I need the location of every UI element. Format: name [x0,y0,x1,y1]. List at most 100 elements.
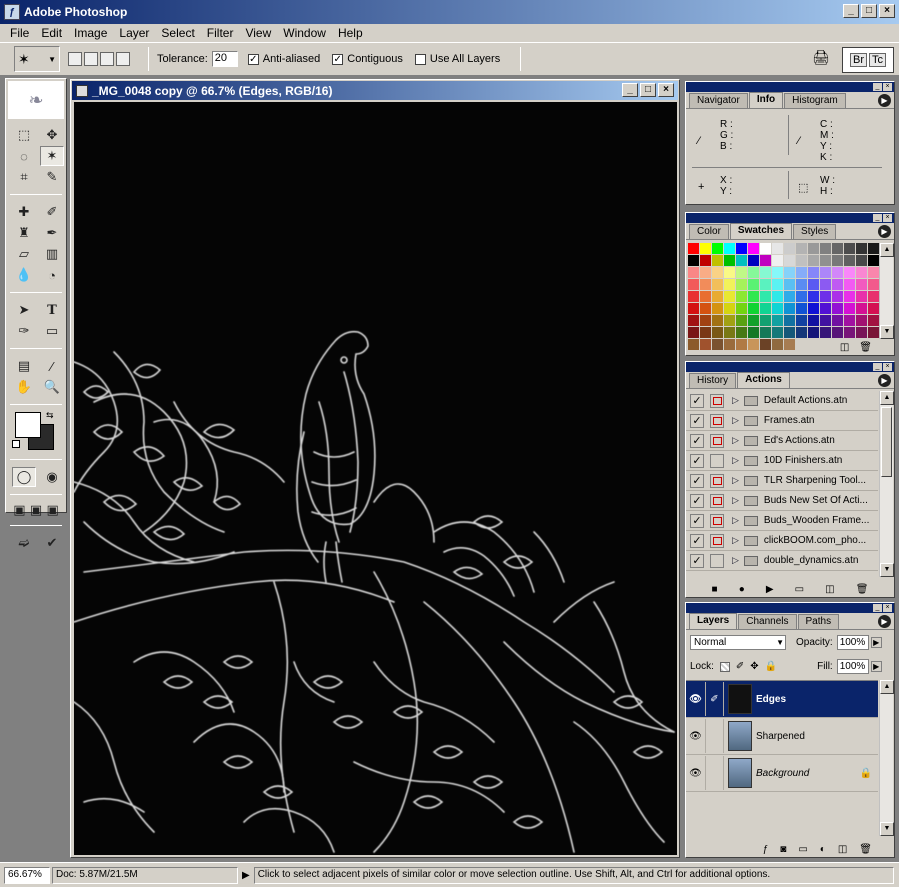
color-swatch[interactable] [772,303,783,314]
color-swatch[interactable] [772,255,783,266]
color-swatch[interactable] [868,243,879,254]
layer-row[interactable]: 👁 Background 🔒 [686,755,878,792]
color-swatch[interactable] [784,255,795,266]
expand-triangle-icon[interactable]: ▷ [732,515,739,526]
action-toggle-checkbox[interactable]: ✓ [690,513,704,528]
dialog-toggle-icon[interactable] [710,453,724,468]
app-title-bar[interactable]: ƒ Adobe Photoshop _ □ × [0,0,899,24]
color-swatch[interactable] [796,267,807,278]
color-swatch[interactable] [760,279,771,290]
clone-stamp-tool-icon[interactable]: ♜ [12,223,36,243]
file-browser-icon[interactable]: 🖨 [812,49,832,69]
color-swatch[interactable] [760,303,771,314]
panel-close-button[interactable]: × [883,214,892,222]
add-selection-button[interactable] [84,52,98,66]
color-swatch[interactable] [856,243,867,254]
quick-mask-mode-icon[interactable]: ◉ [40,467,64,487]
standard-screen-mode-icon[interactable]: ▣ [12,500,27,520]
color-swatch[interactable] [688,315,699,326]
expand-triangle-icon[interactable]: ▷ [732,495,739,506]
action-set-row[interactable]: ✓ ▷ Frames.atn [686,411,878,431]
action-toggle-checkbox[interactable]: ✓ [690,533,704,548]
new-swatch-icon[interactable]: ◫ [840,342,849,353]
color-swatch[interactable] [700,243,711,254]
color-swatch[interactable] [700,291,711,302]
use-all-layers-checkbox[interactable] [414,53,426,65]
color-swatch[interactable] [724,315,735,326]
color-swatch[interactable] [736,303,747,314]
color-swatch[interactable] [712,267,723,278]
tab-navigator[interactable]: Navigator [689,93,748,108]
contiguous-option[interactable]: ✓ Contiguous [332,53,403,65]
color-swatch[interactable] [712,255,723,266]
color-swatch[interactable] [772,291,783,302]
expand-triangle-icon[interactable]: ▷ [732,455,739,466]
stop-icon[interactable]: ■ [712,584,718,595]
dialog-toggle-icon[interactable] [710,513,724,528]
color-swatch[interactable] [700,303,711,314]
color-swatch[interactable] [784,243,795,254]
color-swatch[interactable] [784,315,795,326]
color-swatch[interactable] [832,315,843,326]
color-swatch[interactable] [748,243,759,254]
action-set-row[interactable]: ✓ ▷ double_dynamics.atn [686,551,878,571]
opacity-slider-button[interactable]: ▶ [870,637,882,648]
tab-info[interactable]: Info [748,92,784,108]
color-swatch[interactable] [820,327,831,338]
color-swatch[interactable] [820,267,831,278]
action-set-row[interactable]: ✓ ▷ Ed's Actions.atn [686,431,878,451]
tool-preset-picker[interactable]: ✶ ▼ [14,46,60,72]
layer-link-icon[interactable]: ✐ [706,682,724,716]
layer-style-icon[interactable]: ƒ [763,844,769,855]
color-swatch[interactable] [808,255,819,266]
hand-tool-icon[interactable]: ✋ [12,377,36,397]
color-swatch[interactable] [748,315,759,326]
color-swatch[interactable] [688,279,699,290]
color-swatch[interactable] [796,327,807,338]
action-set-row[interactable]: ✓ ▷ clickBOOM.com_pho... [686,531,878,551]
brush-tool-icon[interactable]: ✐ [40,202,64,222]
jump-to-imageready-icon[interactable]: ➫ [12,533,36,553]
dialog-toggle-icon[interactable] [710,393,724,408]
document-title-bar[interactable]: _MG_0048 copy @ 66.7% (Edges, RGB/16) _ … [72,81,678,100]
color-swatch[interactable] [868,255,879,266]
color-swatch[interactable] [700,327,711,338]
marquee-tool-icon[interactable]: ⬚ [12,125,36,145]
expand-triangle-icon[interactable]: ▷ [732,415,739,426]
color-swatch[interactable] [808,267,819,278]
status-menu-icon[interactable]: ▶ [242,870,250,881]
healing-brush-tool-icon[interactable]: ✚ [12,202,36,222]
layer-link-icon[interactable] [706,756,724,790]
color-swatch[interactable] [688,255,699,266]
color-swatch[interactable] [760,243,771,254]
tab-paths[interactable]: Paths [797,614,840,629]
scroll-up-button[interactable]: ▲ [880,391,894,405]
palette-well-tab-tool-presets[interactable]: Tc [869,53,886,67]
lock-transparency-icon[interactable] [719,661,730,672]
color-swatch[interactable] [700,255,711,266]
action-toggle-checkbox[interactable]: ✓ [690,393,704,408]
actions-scrollbar[interactable]: ▲ ▼ [879,391,894,577]
color-swatch[interactable] [748,327,759,338]
color-swatch[interactable] [796,279,807,290]
full-screen-mode-icon[interactable]: ▣ [45,500,60,520]
contiguous-checkbox[interactable]: ✓ [332,53,344,65]
panel-close-button[interactable]: × [883,83,892,91]
trash-icon[interactable]: 🗑 [859,342,872,353]
play-icon[interactable]: ▶ [766,584,774,595]
color-swatch[interactable] [736,327,747,338]
menu-layer[interactable]: Layer [113,26,155,40]
notes-tool-icon[interactable]: ▤ [12,356,36,376]
scroll-down-button[interactable]: ▼ [880,563,894,577]
action-set-row[interactable]: ✓ ▷ 10D Finishers.atn [686,451,878,471]
color-swatch[interactable] [820,255,831,266]
color-swatch[interactable] [760,327,771,338]
lock-move-icon[interactable]: ✥ [750,661,758,672]
color-swatch[interactable] [736,315,747,326]
color-swatch[interactable] [808,315,819,326]
color-swatch[interactable] [748,255,759,266]
panel-caption[interactable]: _ × [686,603,894,613]
panel-menu-icon[interactable]: ▶ [878,615,891,628]
tab-actions[interactable]: Actions [737,372,790,388]
scroll-down-button[interactable]: ▼ [880,325,894,339]
